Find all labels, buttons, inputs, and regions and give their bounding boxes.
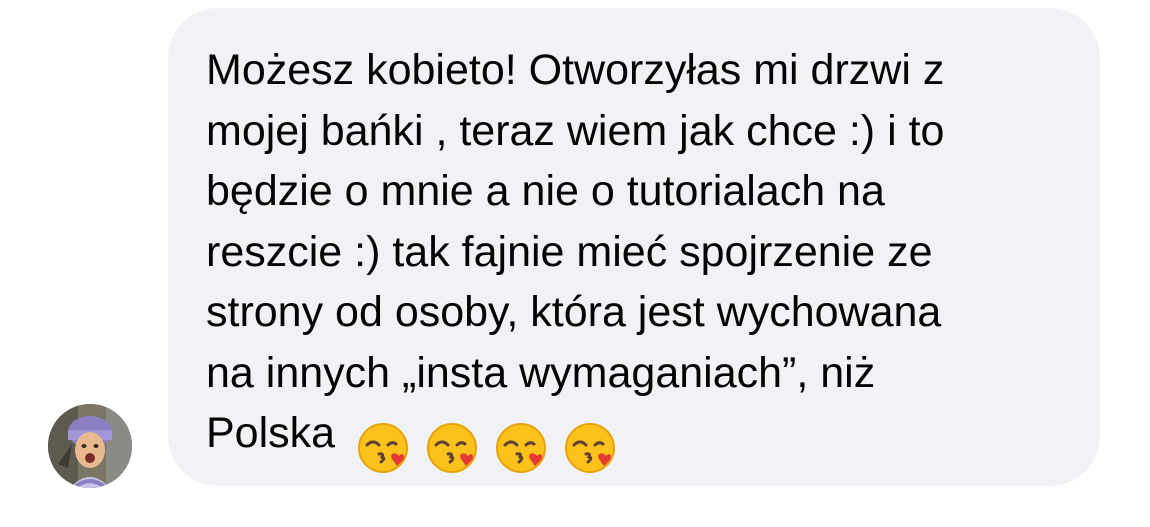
message-line: mojej bańki , teraz wiem jak chce :) i t… xyxy=(206,106,945,155)
message-line: na innych „insta wymaganiach”, niż xyxy=(206,348,876,397)
message-line-text: Polska xyxy=(206,409,336,457)
avatar-photo-icon xyxy=(48,404,132,488)
sender-avatar[interactable] xyxy=(48,404,132,488)
kissing-heart-emoji-icon xyxy=(424,420,480,476)
kissing-heart-emoji-icon xyxy=(355,420,411,476)
emoji-row xyxy=(355,415,631,476)
kissing-heart-emoji-icon xyxy=(562,420,618,476)
kissing-heart-emoji-icon xyxy=(493,420,549,476)
message-line: będzie o mnie a nie o tutorialach na xyxy=(206,167,885,215)
message-thread: Możesz kobieto! Otworzyłas mi drzwi z mo… xyxy=(0,0,1150,527)
message-line: strony od osoby, która jest wychowana xyxy=(206,288,942,336)
message-line: Możesz kobieto! Otworzyłas mi drzwi z xyxy=(206,46,945,94)
message-line: reszcie :) tak fajnie mieć spojrzenie ze xyxy=(206,227,933,276)
message-bubble[interactable]: Możesz kobieto! Otworzyłas mi drzwi z mo… xyxy=(168,8,1100,486)
message-last-line: Polska xyxy=(206,403,1064,476)
